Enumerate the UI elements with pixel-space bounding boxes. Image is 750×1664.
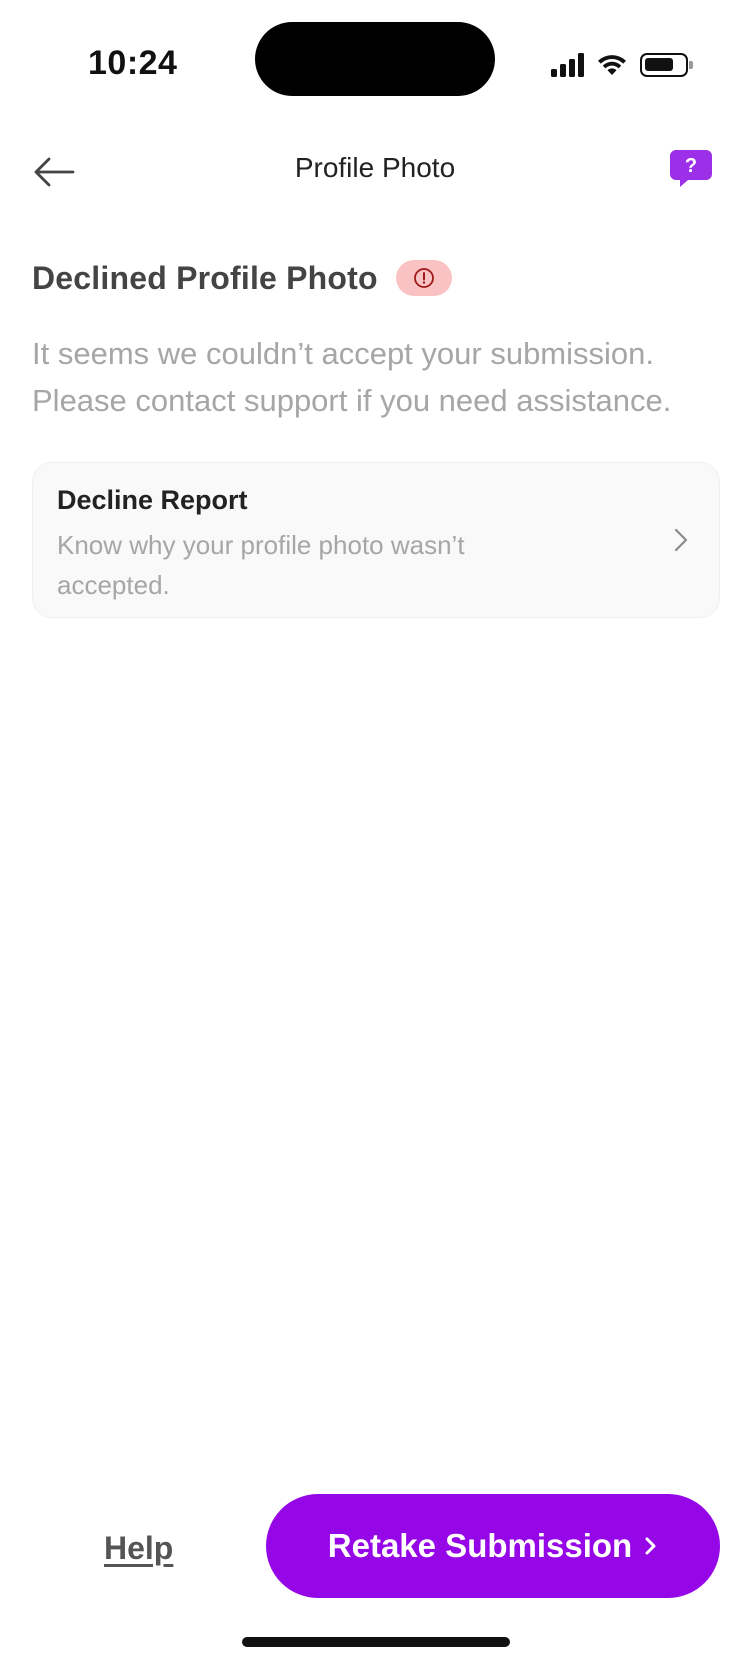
retake-submission-label: Retake Submission	[327, 1527, 633, 1564]
status-heading: Declined Profile Photo	[32, 259, 378, 296]
cellular-signal-icon	[551, 53, 584, 77]
battery-nub	[689, 61, 693, 69]
chevron-right-icon	[674, 528, 688, 552]
alert-circle-icon	[413, 268, 434, 288]
retake-submission-button[interactable]: Retake Submission	[266, 1494, 720, 1598]
status-icons	[551, 50, 693, 80]
svg-text:?: ?	[685, 155, 697, 177]
decline-report-title: Decline Report	[57, 485, 248, 515]
decline-report-card[interactable]: Decline Report Know why your profile pho…	[32, 462, 720, 618]
support-chat-button[interactable]: ?	[668, 146, 714, 192]
wifi-icon	[598, 55, 626, 75]
status-time: 10:24	[88, 44, 178, 82]
status-description: It seems we couldn’t accept your submiss…	[32, 336, 672, 418]
dynamic-island	[255, 22, 495, 96]
status-bar: 10:24	[0, 0, 750, 130]
help-link[interactable]: Help	[104, 1530, 173, 1567]
decline-report-subtitle: Know why your profile photo wasn’t accep…	[57, 530, 465, 600]
home-indicator	[242, 1637, 510, 1647]
nav-header: Profile Photo ?	[0, 130, 750, 210]
battery-icon	[640, 53, 693, 77]
declined-badge	[395, 260, 452, 296]
question-chat-icon: ?	[670, 150, 712, 187]
battery-level	[645, 58, 673, 71]
main-content: Declined Profile Photo It seems we could…	[32, 250, 722, 618]
page-title: Profile Photo	[294, 152, 456, 183]
chevron-right-icon	[645, 1537, 656, 1555]
status-heading-row: Declined Profile Photo	[32, 250, 722, 306]
screen: 10:24 Profile Photo ? Declined Profile P…	[0, 0, 750, 1664]
